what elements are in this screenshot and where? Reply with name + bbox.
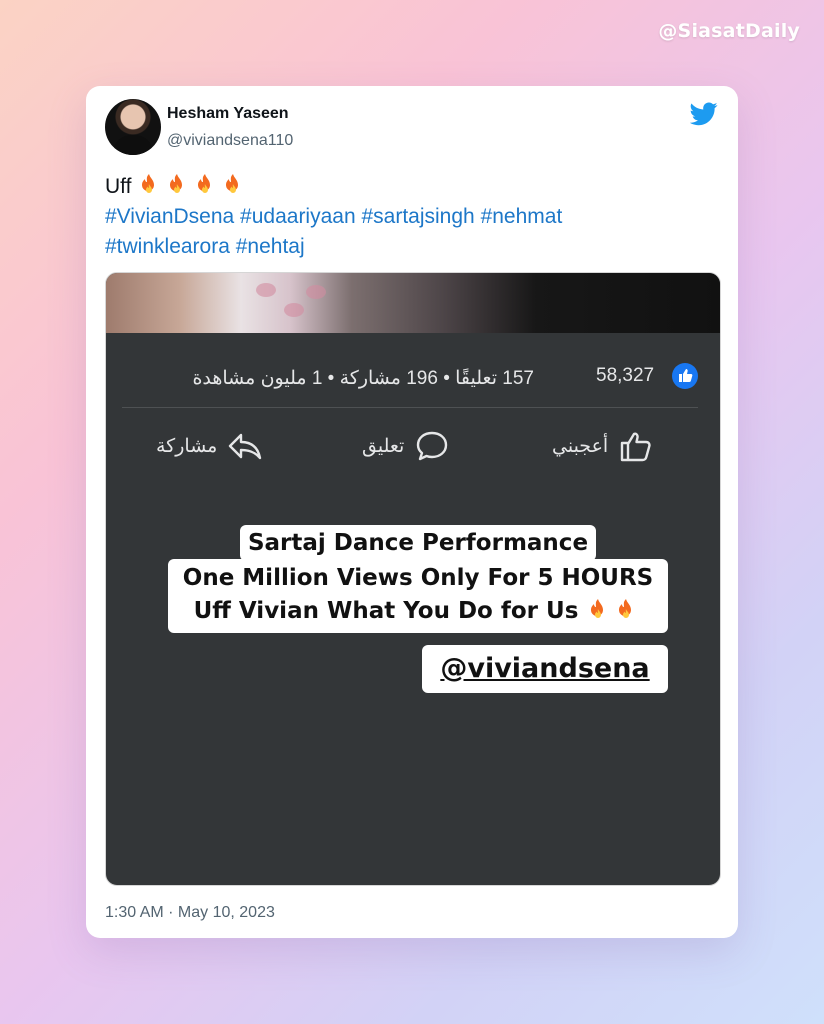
fb-like-button[interactable]: أعجبني <box>552 429 654 463</box>
twitter-bird-icon <box>690 102 718 126</box>
caption-handle: @viviandsena <box>422 645 668 693</box>
fb-like-label: أعجبني <box>552 435 609 457</box>
tweet-card: Hesham Yaseen @viviandsena110 Uff #Vivia… <box>86 86 738 938</box>
hashtag-link[interactable]: #VivianDsena <box>105 205 234 228</box>
tweet-timestamp[interactable]: 1:30 AM · May 10, 2023 <box>105 904 275 922</box>
fire-emoji-icon <box>142 174 155 193</box>
hashtag-link[interactable]: #twinklearora <box>105 235 230 258</box>
fire-emojis <box>137 174 249 198</box>
fb-comment-button[interactable]: تعليق <box>362 429 450 463</box>
thumbs-up-icon <box>620 432 651 462</box>
fb-meta-text: 157 تعليقًا • 196 مشاركة • 1 مليون مشاهد… <box>192 368 534 389</box>
hashtag-link[interactable]: #nehmat <box>481 205 563 228</box>
tweet-text-prefix: Uff <box>105 175 132 198</box>
caption-line-1: Sartaj Dance Performance <box>240 525 596 561</box>
caption-line-3: Uff Vivian What You Do for Us <box>193 598 579 624</box>
hashtag-link[interactable]: #udaariyaan <box>240 205 356 228</box>
video-frame-strip <box>106 273 720 333</box>
fb-comment-label: تعليق <box>362 435 405 457</box>
tweet-text: Uff #VivianDsena #udaariyaan #sartajsing… <box>105 172 715 262</box>
video-caption-overlay: Sartaj Dance Performance One Million Vie… <box>168 525 668 633</box>
hashtag-link[interactable]: #nehtaj <box>236 235 305 258</box>
siasat-daily-watermark: @SiasatDaily <box>658 20 800 42</box>
fb-reaction-count: 58,327 <box>596 365 655 386</box>
fire-emoji-icon <box>619 599 632 618</box>
facebook-stats-bar: 157 تعليقًا • 196 مشاركة • 1 مليون مشاهد… <box>106 359 720 399</box>
share-arrow-icon <box>229 433 262 460</box>
author-handle[interactable]: @viviandsena110 <box>167 132 293 150</box>
hashtag-link[interactable]: #sartajsingh <box>361 205 474 228</box>
tweet-media-video[interactable]: 157 تعليقًا • 196 مشاركة • 1 مليون مشاهد… <box>105 272 721 886</box>
fire-emoji-icon <box>170 174 183 193</box>
comment-bubble-icon <box>417 431 448 461</box>
caption-fire-emojis <box>586 598 642 624</box>
fb-share-button[interactable]: مشاركة <box>156 429 263 463</box>
caption-line-2: One Million Views Only For 5 HOURS <box>182 565 654 591</box>
caption-lines-2-3: One Million Views Only For 5 HOURS Uff V… <box>168 559 668 633</box>
fire-emoji-icon <box>226 174 239 193</box>
fire-emoji-icon <box>198 174 211 193</box>
fire-emoji-icon <box>591 599 604 618</box>
stats-divider <box>122 407 698 408</box>
facebook-like-badge-icon <box>672 363 698 389</box>
author-name[interactable]: Hesham Yaseen <box>167 105 289 123</box>
fb-share-label: مشاركة <box>156 435 218 457</box>
author-avatar[interactable] <box>105 99 161 155</box>
